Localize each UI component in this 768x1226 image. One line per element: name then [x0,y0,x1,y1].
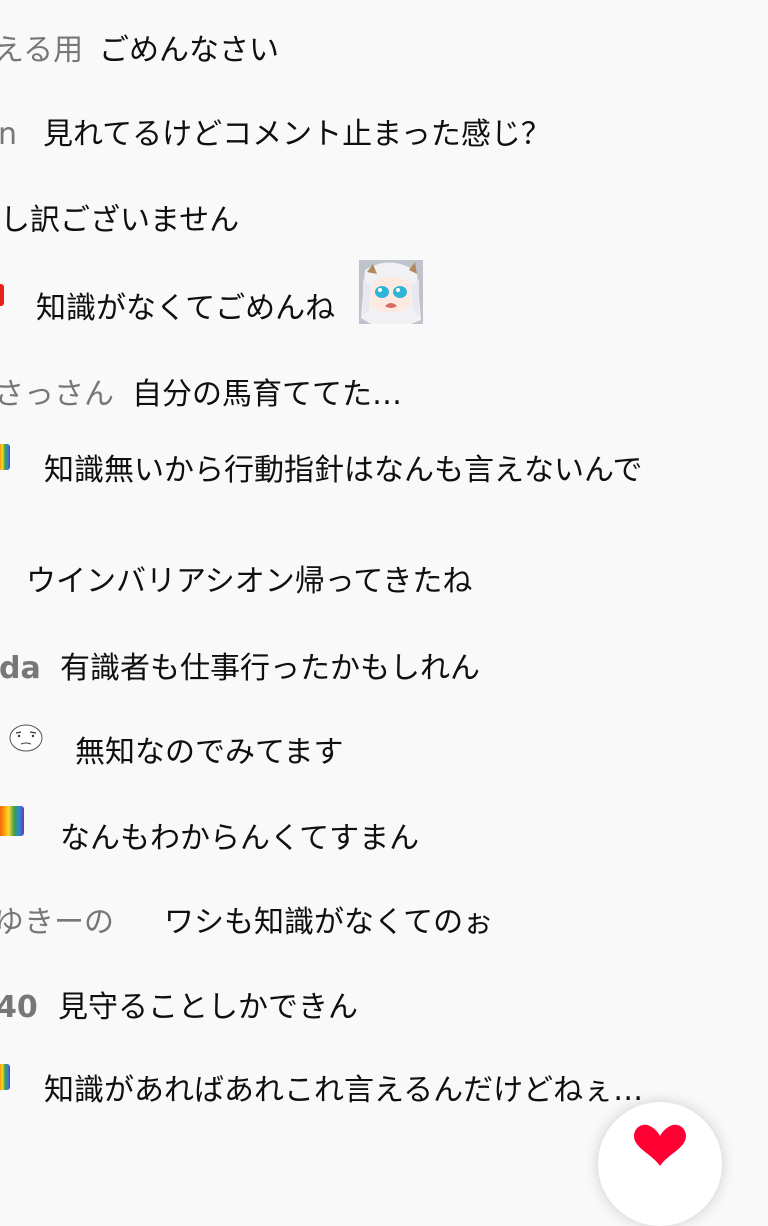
chat-message-text: ウインバリアシオン帰ってきたね [26,564,473,599]
chat-author-name[interactable]: 40 [0,991,38,1025]
chat-message[interactable]: 知識無いから行動指針はなんも言えないんで [0,436,768,496]
live-chat-list: える用 ごめんなさい n 見れてるけどコメント止まった感じ？ し訳ございません … [0,0,768,1139]
chat-author-name[interactable]: さっさん [0,378,114,412]
chat-message-text: なんもわからんくてすまん [60,821,420,856]
chat-message[interactable]: さっさん 自分の馬育ててた… [0,360,768,420]
chat-message-text: ごめんなさい [99,33,279,68]
rainbow-member-badge-icon [0,444,10,470]
chat-message[interactable]: し訳ございません [0,186,768,246]
red-badge-icon [0,284,4,306]
chat-message-text: し訳ございません [0,203,240,238]
chat-message-text: 自分の馬育ててた… [132,377,402,412]
chat-author-name[interactable]: ゆきーの [0,906,114,940]
chat-message[interactable]: da 有識者も仕事行ったかもしれん [0,634,768,694]
chat-message[interactable]: える用 ごめんなさい [0,16,768,76]
chat-message[interactable]: 無知なのでみてます [0,718,768,778]
chat-message-text: 有識者も仕事行ったかもしれん [60,651,480,686]
anime-girl-sticker-icon [359,260,423,324]
chat-message[interactable]: n 見れてるけどコメント止まった感じ？ [0,100,768,160]
chat-message[interactable]: 40 見守ることしかできん [0,973,768,1033]
chat-message-text: 無知なのでみてます [75,735,344,770]
chat-message-text: 知識があればあれこれ言えるんだけどねぇ… [44,1073,644,1108]
heart-reaction-icon [634,1124,686,1166]
chat-message-text: 見守ることしかできん [58,990,358,1025]
chat-message-text: 見れてるけどコメント止まった感じ？ [43,117,551,152]
chat-author-name[interactable]: n [0,118,17,152]
chat-message-text: ワシも知識がなくてのぉ [164,905,494,940]
rainbow-member-badge-icon [0,806,24,836]
rainbow-member-badge-icon [0,1064,10,1090]
chat-message[interactable]: ゆきーの ワシも知識がなくてのぉ [0,888,768,948]
chat-author-name[interactable]: える用 [0,34,83,68]
chat-message-text: 知識無いから行動指針はなんも言えないんで [44,453,643,488]
reaction-button[interactable] [598,1102,722,1226]
chat-message[interactable]: なんもわからんくてすまん [0,804,768,864]
chat-message[interactable]: ウインバリアシオン帰ってきたね [0,547,768,607]
chat-author-name[interactable]: da [0,652,41,686]
chat-message-text: 知識がなくてごめんね [36,291,336,326]
